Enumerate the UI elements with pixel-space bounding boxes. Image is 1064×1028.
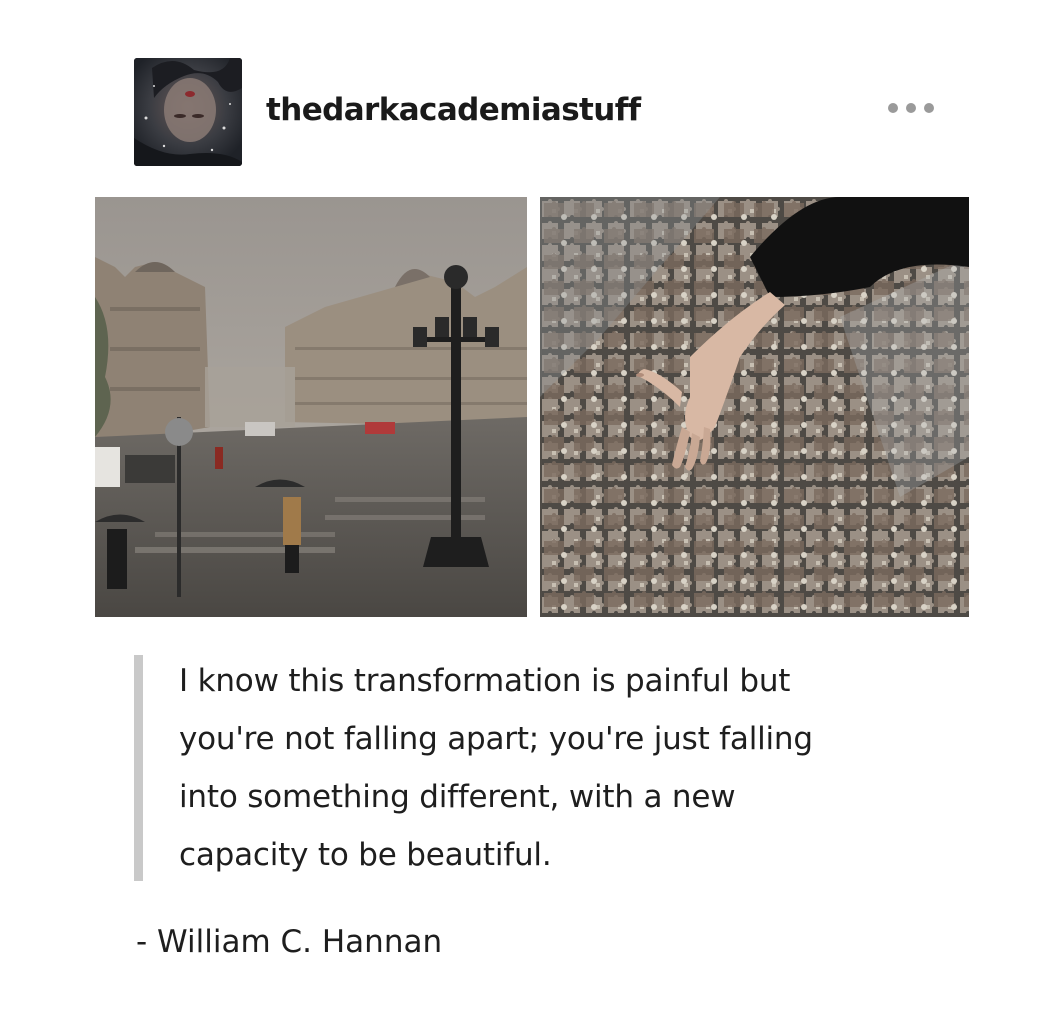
rainy-paris-street-photo[interactable] (95, 197, 527, 617)
post-card: thedarkacademiastuff I know this transfo… (0, 0, 1064, 1028)
ellipsis-dot (924, 103, 934, 113)
ellipsis-dot (906, 103, 916, 113)
quote-line: into something different, with a new (179, 779, 736, 815)
quote-line: you're not falling apart; you're just fa… (179, 721, 813, 757)
post-header: thedarkacademiastuff (134, 58, 934, 166)
ellipsis-icon[interactable] (888, 96, 934, 120)
quote-attribution: - William C. Hannan (136, 924, 443, 960)
quote-line: I know this transformation is painful bu… (179, 663, 791, 699)
ellipsis-dot (888, 103, 898, 113)
username-link[interactable]: thedarkacademiastuff (266, 92, 641, 128)
avatar[interactable] (134, 58, 242, 166)
jigsaw-puzzle-pieces-photo[interactable] (540, 197, 969, 617)
quote-line: capacity to be beautiful. (179, 837, 552, 873)
quote-block: I know this transformation is painful bu… (134, 655, 934, 881)
